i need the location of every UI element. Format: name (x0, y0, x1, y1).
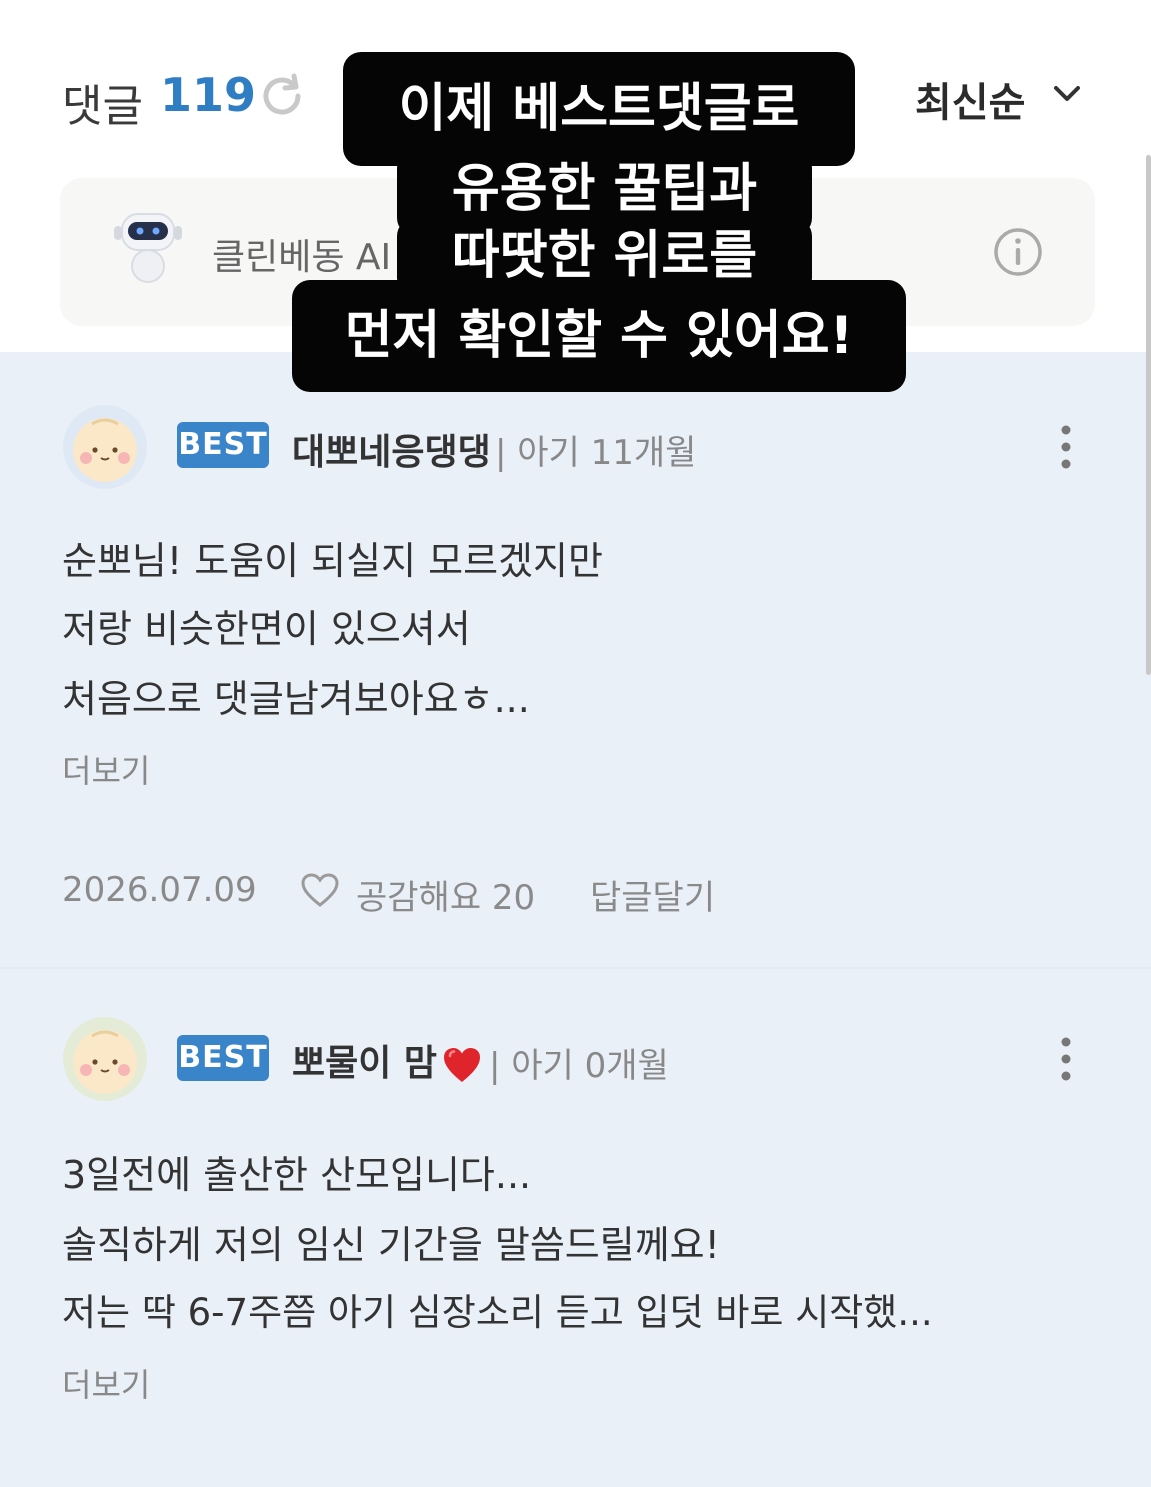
comment-nickname[interactable]: 대뽀네응댕댕 (292, 423, 491, 475)
comment-text-line: 순뽀님! 도움이 되실지 모르겠지만 (62, 539, 603, 583)
baby-avatar-icon (63, 1017, 147, 1101)
ai-bar-label: 클린베동 AI (212, 237, 392, 278)
more-vertical-icon[interactable] (1060, 424, 1072, 470)
comment-nickname-wrap[interactable]: 뽀물이 맘 (292, 1034, 483, 1086)
comment-list: BEST 대뽀네응댕댕 | 아기 11개월 순뽀님! 도움이 되실지 모르겠지만… (0, 352, 1151, 1487)
reply-button[interactable]: 답글달기 (590, 870, 715, 919)
best-badge: BEST (177, 1035, 269, 1081)
heart-outline-icon[interactable] (300, 872, 340, 908)
sort-dropdown[interactable]: 최신순 (915, 70, 1025, 128)
comment-baby-age: | 아기 0개월 (489, 1046, 669, 1086)
read-more-link[interactable]: 더보기 (62, 1360, 150, 1406)
overlay-caption-line: 이제 베스트댓글로 (343, 52, 855, 166)
best-badge: BEST (177, 422, 269, 468)
comment-text-line: 저랑 비슷한면이 있으셔서 (62, 607, 471, 651)
read-more-link[interactable]: 더보기 (62, 746, 150, 792)
heart-red-icon (444, 1048, 481, 1082)
info-icon[interactable] (992, 226, 1044, 278)
more-vertical-icon[interactable] (1060, 1036, 1072, 1082)
comment-nickname: 뽀물이 맘 (292, 1043, 438, 1084)
overlay-caption-line: 먼저 확인할 수 있어요! (292, 280, 906, 392)
chevron-down-icon[interactable] (1052, 82, 1082, 106)
comment-text-line: 저는 딱 6-7주쯤 아기 심장소리 듣고 입덧 바로 시작했... (62, 1291, 933, 1334)
comment-text-line: 솔직하게 저의 임신 기간을 말씀드릴께요! (62, 1223, 720, 1267)
comment-divider (0, 967, 1151, 969)
robot-icon (114, 213, 182, 283)
scrollbar[interactable] (1146, 155, 1151, 675)
comments-title: 댓글 (62, 81, 143, 132)
like-count[interactable]: 공감해요 20 (356, 870, 535, 919)
comment-text-line: 처음으로 댓글남겨보아요ㅎ... (62, 677, 530, 721)
baby-avatar-icon (63, 405, 147, 489)
comment-text-line: 3일전에 출산한 산모입니다... (62, 1153, 532, 1197)
comment-date: 2026.07.09 (62, 870, 257, 910)
comment-baby-age: | 아기 11개월 (495, 433, 697, 473)
refresh-icon[interactable] (256, 70, 308, 122)
comments-count: 119 (160, 68, 257, 122)
